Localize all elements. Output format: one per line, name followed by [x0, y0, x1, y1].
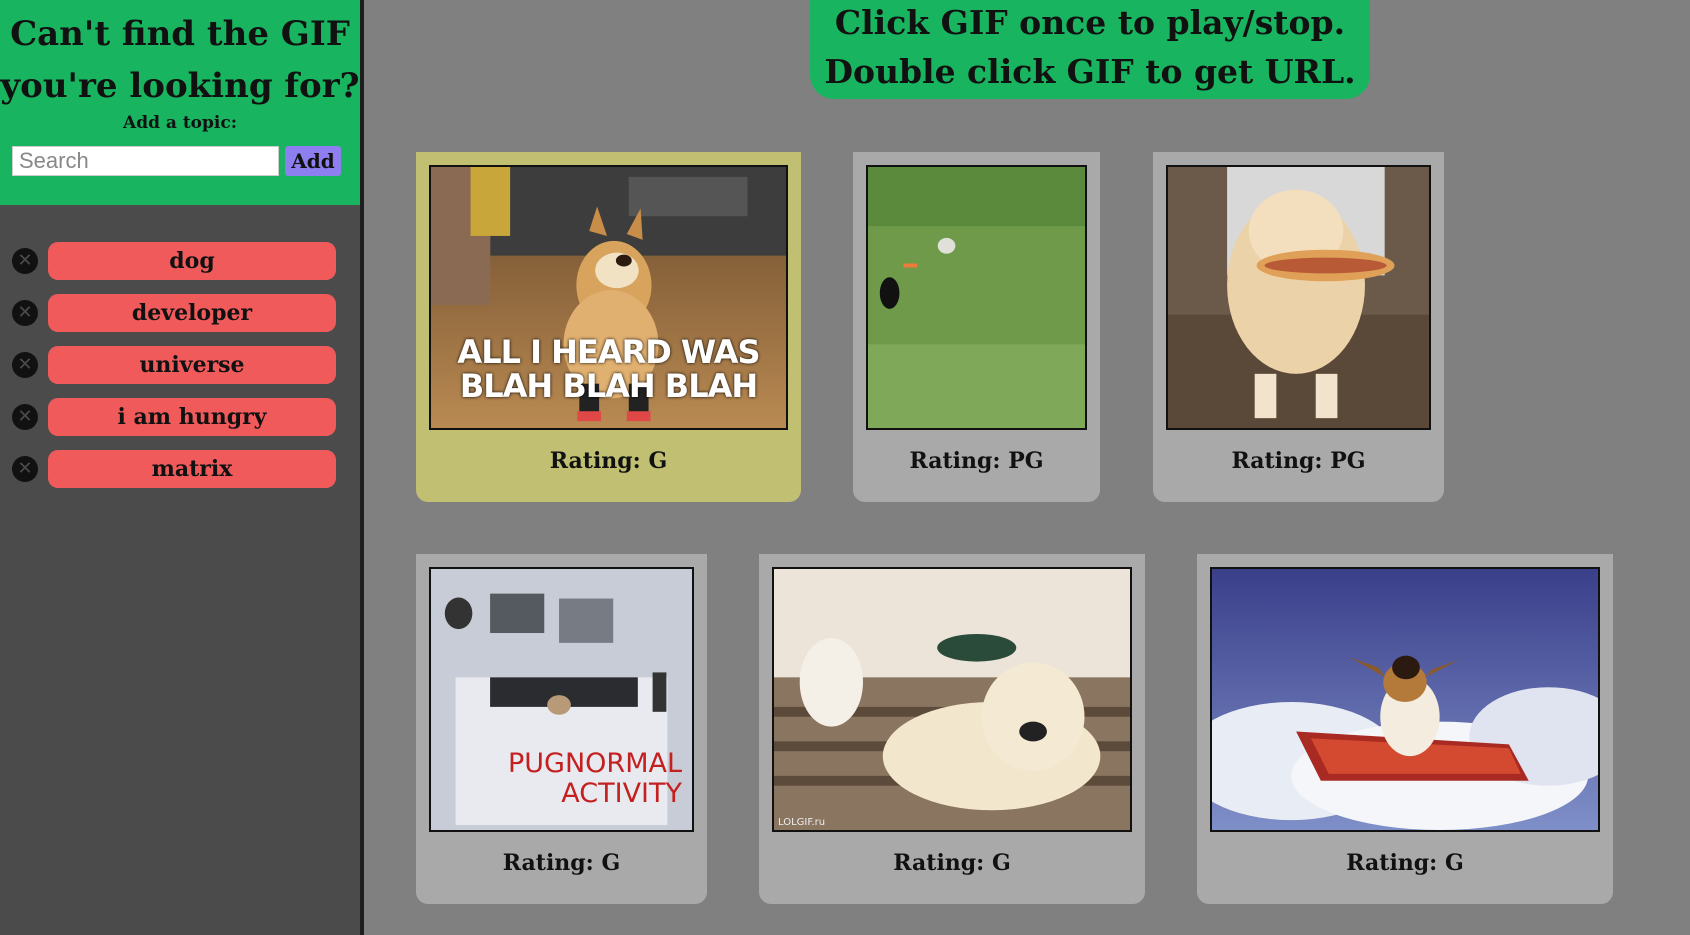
- gif-image-beagle-carpet[interactable]: [1210, 567, 1600, 832]
- gif-caption-line2: ACTIVITY: [561, 778, 682, 809]
- gif-card: Rating: PG: [853, 152, 1100, 502]
- gif-caption: ALL I HEARD WAS BLAH BLAH BLAH: [431, 335, 786, 403]
- topic-list: ✕ dog ✕ developer ✕ universe ✕ i am hung…: [0, 205, 360, 495]
- remove-topic-icon[interactable]: ✕: [12, 300, 38, 326]
- gif-image-two-dogs[interactable]: LOLGIF.ru: [772, 567, 1132, 832]
- sidebar-header: Can't find the GIF you're looking for? A…: [0, 0, 360, 205]
- sidebar-title-line2: you're looking for?: [0, 66, 360, 106]
- instruction-line-2: Double click GIF to get URL.: [824, 52, 1356, 91]
- dog-field-image: [868, 167, 1085, 428]
- gif-card: ALL I HEARD WAS BLAH BLAH BLAH Rating: G: [416, 152, 801, 502]
- gif-rating: Rating: G: [893, 850, 1011, 876]
- gif-caption-line2: BLAH BLAH BLAH: [459, 367, 758, 405]
- gif-caption-line1: PUGNORMAL: [508, 748, 682, 779]
- topic-button-matrix[interactable]: matrix: [48, 450, 336, 488]
- gif-caption-line1: ALL I HEARD WAS: [457, 333, 760, 371]
- topic-button-developer[interactable]: developer: [48, 294, 336, 332]
- gif-image-dog-field[interactable]: [866, 165, 1087, 430]
- topic-button-universe[interactable]: universe: [48, 346, 336, 384]
- beagle-carpet-image: [1212, 569, 1598, 830]
- remove-topic-icon[interactable]: ✕: [12, 404, 38, 430]
- topic-row: ✕ matrix: [12, 443, 360, 495]
- gif-caption: PUGNORMAL ACTIVITY: [431, 749, 682, 809]
- gif-rating: Rating: PG: [1231, 448, 1366, 474]
- gif-card: Rating: PG: [1153, 152, 1444, 502]
- gif-rating: Rating: G: [1346, 850, 1464, 876]
- gif-rating: Rating: G: [502, 850, 621, 876]
- dog-hotdog-image: [1168, 167, 1429, 428]
- topic-row: ✕ i am hungry: [12, 391, 360, 443]
- gif-rating: Rating: G: [549, 448, 668, 474]
- topic-button-dog[interactable]: dog: [48, 242, 336, 280]
- gif-card: Rating: G: [1197, 554, 1613, 904]
- gif-card: LOLGIF.ru Rating: G: [759, 554, 1145, 904]
- topic-row: ✕ dog: [12, 235, 360, 287]
- add-topic-label: Add a topic:: [123, 113, 237, 133]
- instructions-banner: Click GIF once to play/stop. Double clic…: [810, 0, 1370, 99]
- topic-row: ✕ developer: [12, 287, 360, 339]
- gif-image-pug-bed[interactable]: PUGNORMAL ACTIVITY: [429, 567, 694, 832]
- topic-row: ✕ universe: [12, 339, 360, 391]
- remove-topic-icon[interactable]: ✕: [12, 456, 38, 482]
- gif-rating: Rating: PG: [909, 448, 1044, 474]
- sidebar-title: Can't find the GIF you're looking for?: [0, 8, 360, 112]
- search-row: Add: [0, 146, 360, 176]
- topic-button-i-am-hungry[interactable]: i am hungry: [48, 398, 336, 436]
- search-input[interactable]: [12, 146, 279, 176]
- gif-card: PUGNORMAL ACTIVITY Rating: G: [416, 554, 707, 904]
- sidebar-title-line1: Can't find the GIF: [10, 14, 350, 54]
- gif-watermark: LOLGIF.ru: [778, 817, 826, 828]
- sidebar: Can't find the GIF you're looking for? A…: [0, 0, 364, 935]
- instruction-line-1: Click GIF once to play/stop.: [834, 3, 1346, 42]
- remove-topic-icon[interactable]: ✕: [12, 248, 38, 274]
- gif-image-dog-hotdog[interactable]: [1166, 165, 1431, 430]
- remove-topic-icon[interactable]: ✕: [12, 352, 38, 378]
- two-dogs-image: [774, 569, 1130, 830]
- gif-image-shiba[interactable]: ALL I HEARD WAS BLAH BLAH BLAH: [429, 165, 788, 430]
- add-button[interactable]: Add: [285, 146, 341, 176]
